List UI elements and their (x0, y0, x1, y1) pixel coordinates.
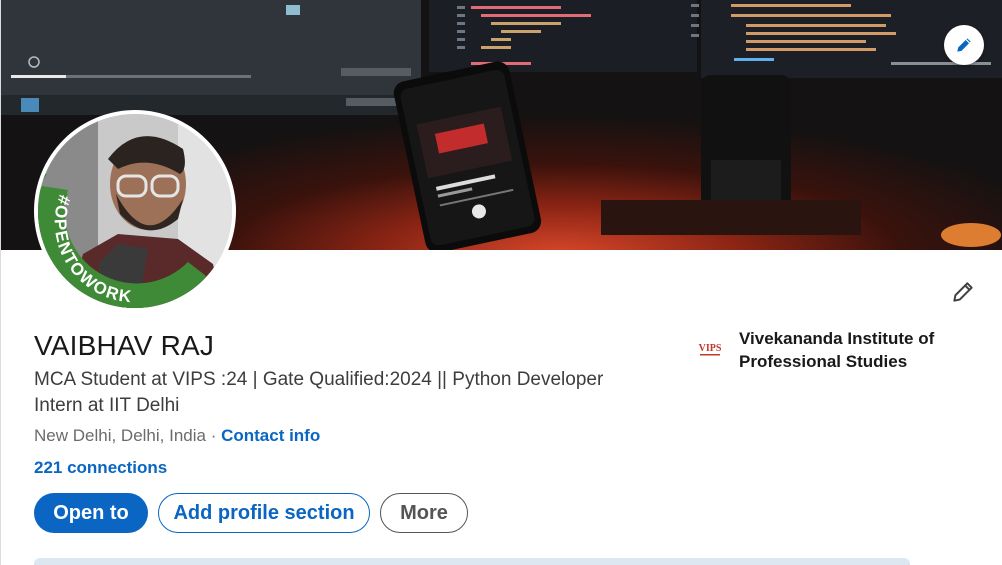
pencil-icon (957, 38, 971, 52)
profile-name: VAIBHAV RAJ (34, 330, 215, 361)
education-entry[interactable]: VIPS Vivekananda Institute of Profession… (698, 327, 959, 373)
profile-photo[interactable]: #OPENTOWORK (34, 110, 236, 312)
school-logo-text: VIPS (699, 343, 722, 354)
profile-headline: MCA Student at VIPS :24 | Gate Qualified… (34, 369, 604, 416)
profile-card: #OPENTOWORK VAIBHAV RAJ MCA Student at V… (0, 0, 1002, 565)
more-button[interactable]: More (380, 493, 468, 533)
school-logo-icon: VIPS (698, 335, 722, 359)
avatar: #OPENTOWORK (38, 114, 232, 308)
location-line: New Delhi, Delhi, India · Contact info (34, 426, 320, 446)
location-text: New Delhi, Delhi, India (34, 426, 206, 445)
location-separator: · (205, 426, 222, 445)
add-profile-section-button[interactable]: Add profile section (158, 493, 370, 533)
connections-link[interactable]: 221 connections (34, 458, 167, 478)
open-to-work-frame: #OPENTOWORK (38, 174, 232, 308)
contact-info-link[interactable]: Contact info (221, 426, 320, 445)
school-name: Vivekananda Institute of Professional St… (739, 329, 935, 371)
pencil-icon (953, 282, 973, 302)
banner-edit-button[interactable] (944, 25, 984, 65)
intro-edit-button[interactable] (946, 275, 980, 309)
open-to-button[interactable]: Open to (34, 493, 148, 533)
section-divider (34, 558, 910, 565)
